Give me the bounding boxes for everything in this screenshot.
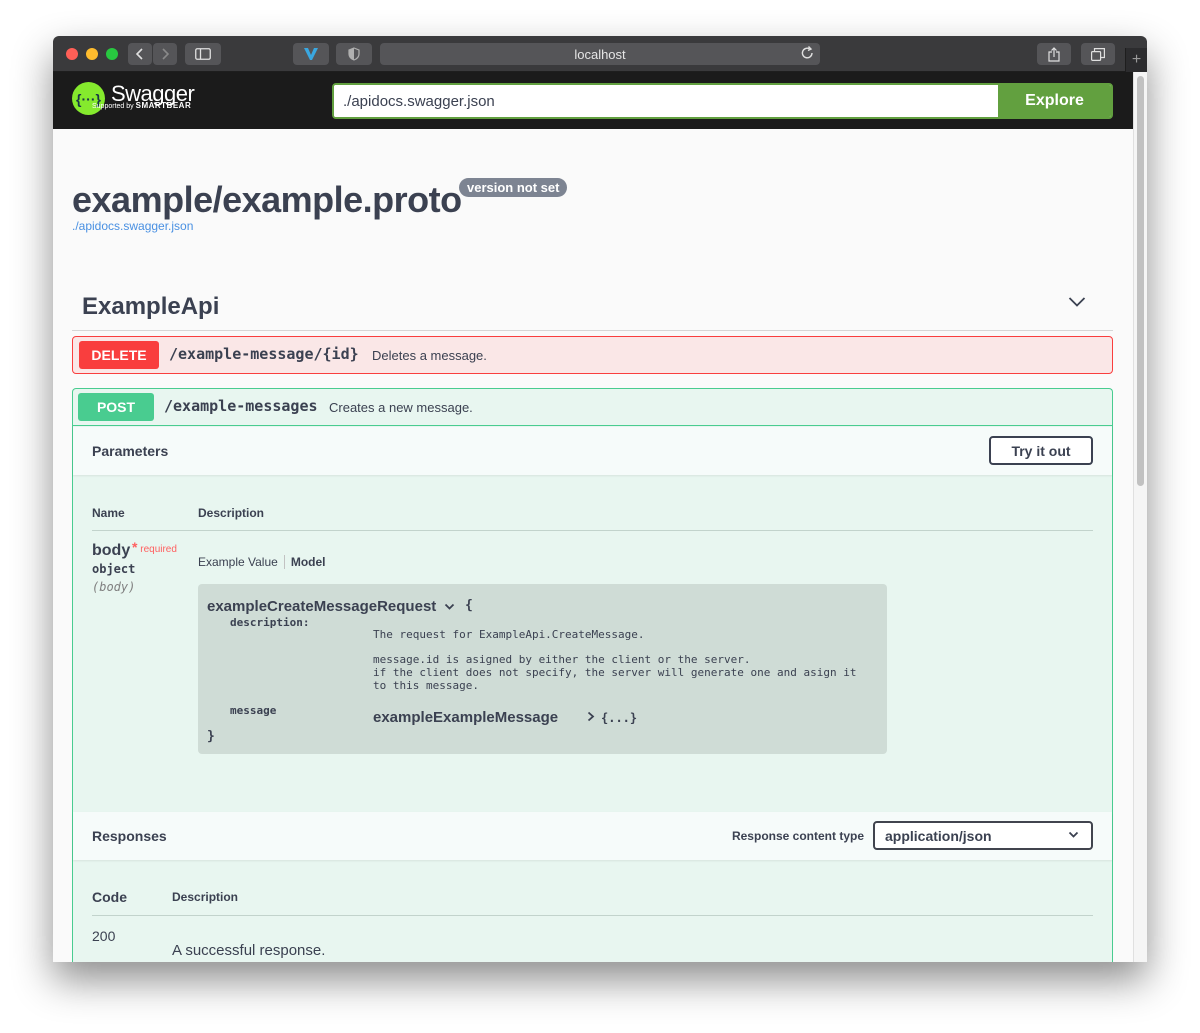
required-label: * required <box>132 539 177 555</box>
col-name-header: Name <box>92 506 125 520</box>
collapsed-object: {...} <box>601 711 638 725</box>
chevron-right-icon <box>587 711 595 722</box>
model-title-text: exampleCreateMessageRequest <box>207 598 437 615</box>
response-content-type-label: Response content type <box>731 829 864 843</box>
col-response-description-header: Description <box>172 890 239 904</box>
model-close-brace: } <box>207 729 215 744</box>
try-it-out-button[interactable]: Try it out <box>989 436 1093 465</box>
browser-toolbar: localhost + <box>53 36 1147 72</box>
logo-subtitle: Supported by SMARTBEAR <box>92 101 191 110</box>
plus-icon: + <box>1131 51 1142 68</box>
close-window-button[interactable] <box>66 48 78 60</box>
prop-key-description: description: <box>230 616 310 629</box>
back-button[interactable] <box>128 43 152 65</box>
sidebar-toggle-button[interactable] <box>185 43 221 65</box>
method-badge-delete: DELETE <box>79 341 159 369</box>
model-open-brace: { <box>465 598 473 613</box>
privacy-report-button[interactable] <box>336 43 372 65</box>
prop-desc-line2: message.id is asigned by either the clie… <box>373 653 857 692</box>
opblock-post: POST /example-messages Creates a new mes… <box>72 388 1113 962</box>
parameters-title: Parameters <box>92 443 169 459</box>
api-title: example/example.proto <box>72 179 462 220</box>
opblock-delete[interactable]: DELETE /example-message/{id} Deletes a m… <box>72 336 1113 374</box>
responses-title: Responses <box>92 828 167 844</box>
prop-desc-line1: The request for ExampleApi.CreateMessage… <box>373 628 645 641</box>
chevron-left-icon <box>136 48 143 60</box>
chevron-right-icon <box>162 48 169 60</box>
browser-window: localhost + {···} Swagger Supported by S… <box>53 36 1147 962</box>
post-path: /example-messages <box>164 397 318 415</box>
swagger-topbar: {···} Swagger Supported by SMARTBEAR Exp… <box>53 72 1133 129</box>
tab-separator <box>283 555 285 569</box>
version-badge: version not set <box>459 178 568 197</box>
tab-model[interactable]: Model <box>291 555 326 569</box>
reload-icon[interactable] <box>801 46 814 63</box>
forward-button[interactable] <box>153 43 177 65</box>
scrollbar-thumb[interactable] <box>1137 76 1144 486</box>
content-type-value: application/json <box>885 827 992 844</box>
param-location: (body) <box>92 580 136 594</box>
response-description: A successful response. <box>172 942 326 959</box>
address-bar[interactable]: localhost <box>380 43 820 65</box>
tag-divider <box>72 330 1113 331</box>
share-button[interactable] <box>1037 43 1071 65</box>
required-mark: * <box>132 539 138 555</box>
param-name: body <box>92 542 131 559</box>
extension-v-icon <box>304 48 318 60</box>
chevron-down-icon <box>1068 831 1079 838</box>
model-box: exampleCreateMessageRequest { descriptio… <box>198 584 887 754</box>
param-type: object <box>92 562 136 576</box>
maximize-window-button[interactable] <box>106 48 118 60</box>
extension-button[interactable] <box>293 43 329 65</box>
logo-sub-prefix: Supported by <box>92 103 134 110</box>
tabs-icon <box>1091 47 1105 61</box>
tag-title[interactable]: ExampleApi <box>82 293 219 321</box>
required-text: required <box>140 544 177 555</box>
delete-path: /example-message/{id} <box>169 345 359 363</box>
message-ref-title[interactable]: exampleExampleMessage <box>373 709 558 726</box>
swagger-logo-icon: {···} <box>72 82 105 115</box>
model-title[interactable]: exampleCreateMessageRequest <box>207 598 455 615</box>
minimize-window-button[interactable] <box>86 48 98 60</box>
address-text: localhost <box>574 46 626 62</box>
post-summary: Creates a new message. <box>329 400 473 415</box>
method-badge-post: POST <box>78 393 154 421</box>
response-content-type-select[interactable]: application/json <box>873 821 1093 850</box>
tab-example-value[interactable]: Example Value <box>198 555 278 569</box>
params-divider <box>92 530 1093 531</box>
shield-icon <box>348 47 360 61</box>
swagger-logo[interactable]: {···} Swagger <box>72 82 195 115</box>
sidebar-icon <box>195 48 211 60</box>
share-icon <box>1048 46 1060 62</box>
col-description-header: Description <box>198 506 265 520</box>
explore-button[interactable]: Explore <box>998 85 1111 117</box>
response-code: 200 <box>92 928 116 944</box>
spec-url-input[interactable] <box>334 85 998 117</box>
parameters-header: Parameters Try it out <box>73 427 1112 475</box>
chevron-down-icon[interactable] <box>1068 295 1086 313</box>
delete-summary: Deletes a message. <box>372 348 487 363</box>
responses-divider <box>92 915 1093 916</box>
prop-key-message: message <box>230 704 277 717</box>
col-code-header: Code <box>92 889 127 905</box>
logo-sub-brand: SMARTBEAR <box>135 101 192 110</box>
new-tab-button[interactable]: + <box>1125 48 1147 72</box>
responses-header: Responses Response content type applicat… <box>73 812 1112 860</box>
page-scrollbar[interactable] <box>1133 72 1147 962</box>
model-tabs: Example Value Model <box>198 555 326 569</box>
message-ref-toggle[interactable]: {...} <box>587 711 637 725</box>
spec-link[interactable]: ./apidocs.swagger.json <box>72 219 193 233</box>
tab-overview-button[interactable] <box>1081 43 1115 65</box>
chevron-down-icon[interactable] <box>444 603 455 611</box>
post-summary-row[interactable]: POST /example-messages Creates a new mes… <box>73 389 1112 426</box>
spec-url-form: Explore <box>332 83 1113 119</box>
